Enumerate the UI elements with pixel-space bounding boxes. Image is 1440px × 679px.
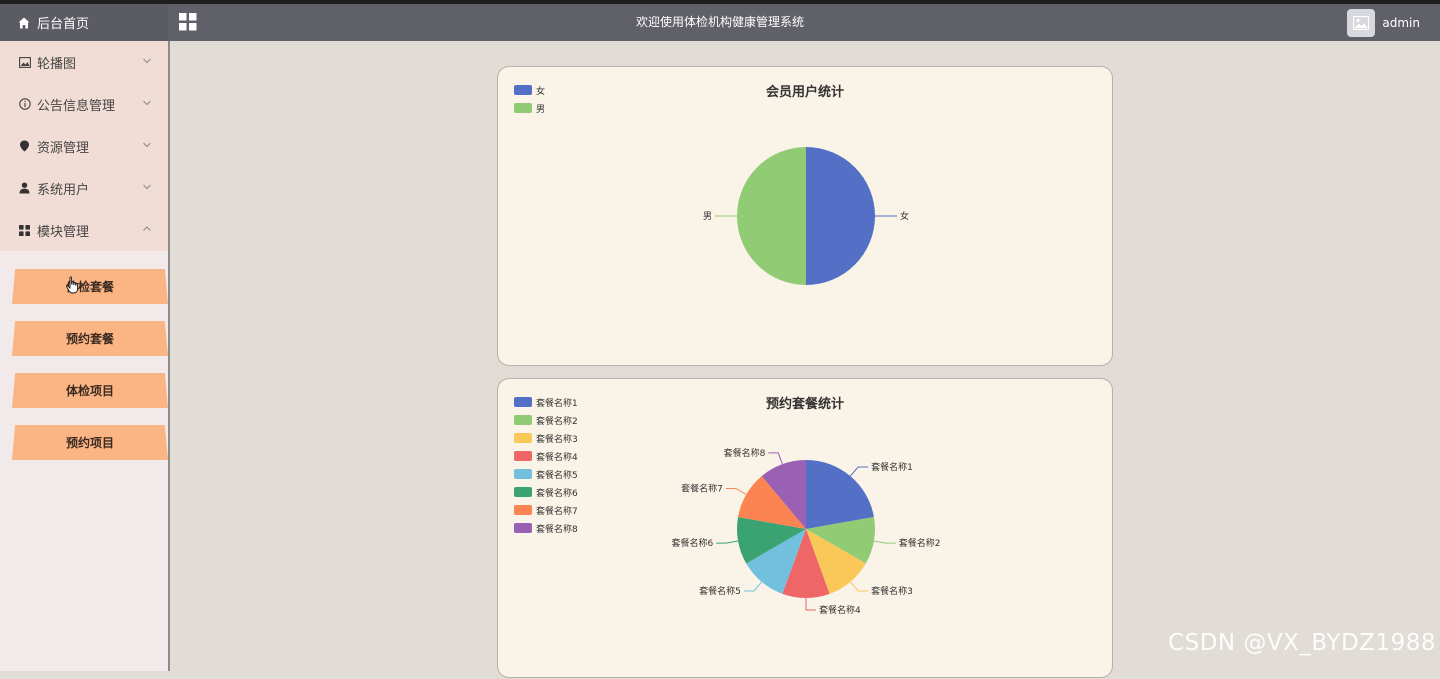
submenu-exam-item[interactable]: 体检项目: [12, 373, 168, 408]
member-pie-chart: 女男: [703, 147, 909, 285]
label-line: [850, 581, 869, 592]
modules-submenu: 体检套餐 预约套餐 体检项目 预约项目: [0, 251, 168, 460]
slice-label: 套餐名称6: [671, 537, 713, 549]
booking-pie-chart: 套餐名称1 套餐名称2 套餐名称3 套餐名称4 套餐名称5 套餐名称6 套餐名称7 套餐名称8: [671, 447, 941, 616]
slice-label: 男: [703, 211, 712, 222]
sidebar: 轮播图 公告信息管理 资源管理 系统用户 模块管理 体检套餐 预约套餐 体检项目…: [0, 41, 170, 671]
submenu-booking-item[interactable]: 预约项目: [12, 425, 168, 460]
watermark: CSDN @VX_BYDZ1988: [1168, 630, 1436, 656]
label-line: [768, 452, 783, 465]
label-line: [743, 581, 762, 592]
home-icon: [18, 17, 30, 28]
chevron-down-icon: [143, 184, 151, 190]
grid-menu-icon[interactable]: [179, 13, 197, 31]
sidebar-item-system-users[interactable]: 系统用户: [0, 167, 168, 209]
label-line: [725, 488, 747, 495]
user-icon: [18, 182, 31, 195]
sidebar-item-label: 资源管理: [37, 140, 90, 156]
label-line: [716, 540, 739, 544]
chevron-down-icon: [143, 58, 151, 64]
booking-stats-card: 预约套餐统计 套餐名称1 套餐名称2 套餐名称3 套餐名称4 套餐名称5 套餐名称6 套餐名…: [497, 378, 1113, 678]
info-icon: [18, 98, 31, 111]
slice-label: 套餐名称1: [871, 461, 913, 473]
home-button[interactable]: 后台首页: [0, 4, 168, 41]
sidebar-menu: 轮播图 公告信息管理 资源管理 系统用户 模块管理: [0, 41, 168, 251]
submenu-exam-package[interactable]: 体检套餐: [12, 269, 168, 304]
sidebar-item-carousel[interactable]: 轮播图: [0, 41, 168, 83]
sidebar-item-label: 轮播图: [37, 56, 77, 72]
top-header: 后台首页 欢迎使用体检机构健康管理系统 admin: [0, 4, 1440, 41]
sidebar-item-label: 公告信息管理: [37, 98, 116, 114]
location-icon: [18, 140, 31, 153]
grid-icon: [18, 224, 31, 237]
label-line: [805, 598, 816, 611]
chevron-up-icon: [143, 226, 151, 231]
hand-cursor-icon: [66, 276, 79, 294]
slice-label: 套餐名称5: [699, 585, 741, 597]
user-menu[interactable]: admin: [1347, 6, 1420, 39]
label-line: [873, 540, 896, 544]
home-label: 后台首页: [37, 17, 90, 32]
slice-label: 套餐名称4: [819, 604, 861, 616]
image-placeholder-icon: [1353, 15, 1370, 30]
chevron-down-icon: [143, 142, 151, 148]
sidebar-item-modules[interactable]: 模块管理: [0, 209, 168, 251]
sidebar-item-notice[interactable]: 公告信息管理: [0, 83, 168, 125]
pie-slice[interactable]: [737, 147, 806, 285]
username: admin: [1382, 15, 1420, 30]
member-stats-card: 会员用户统计 女男 女男: [497, 66, 1113, 366]
page-title: 欢迎使用体检机构健康管理系统: [635, 15, 804, 29]
pie-slice[interactable]: [806, 460, 874, 529]
label-line: [850, 466, 869, 477]
submenu-booking-package[interactable]: 预约套餐: [12, 321, 168, 356]
sidebar-item-label: 模块管理: [37, 224, 90, 240]
sidebar-item-resources[interactable]: 资源管理: [0, 125, 168, 167]
slice-label: 套餐名称7: [681, 483, 723, 495]
avatar[interactable]: [1347, 8, 1376, 37]
chevron-down-icon: [143, 100, 151, 106]
slice-label: 套餐名称8: [724, 447, 766, 459]
picture-icon: [18, 56, 31, 69]
slice-label: 套餐名称2: [899, 537, 941, 549]
pie-slice[interactable]: [806, 147, 875, 285]
slice-label: 女: [900, 210, 909, 222]
sidebar-item-label: 系统用户: [37, 182, 90, 198]
slice-label: 套餐名称3: [871, 585, 913, 597]
